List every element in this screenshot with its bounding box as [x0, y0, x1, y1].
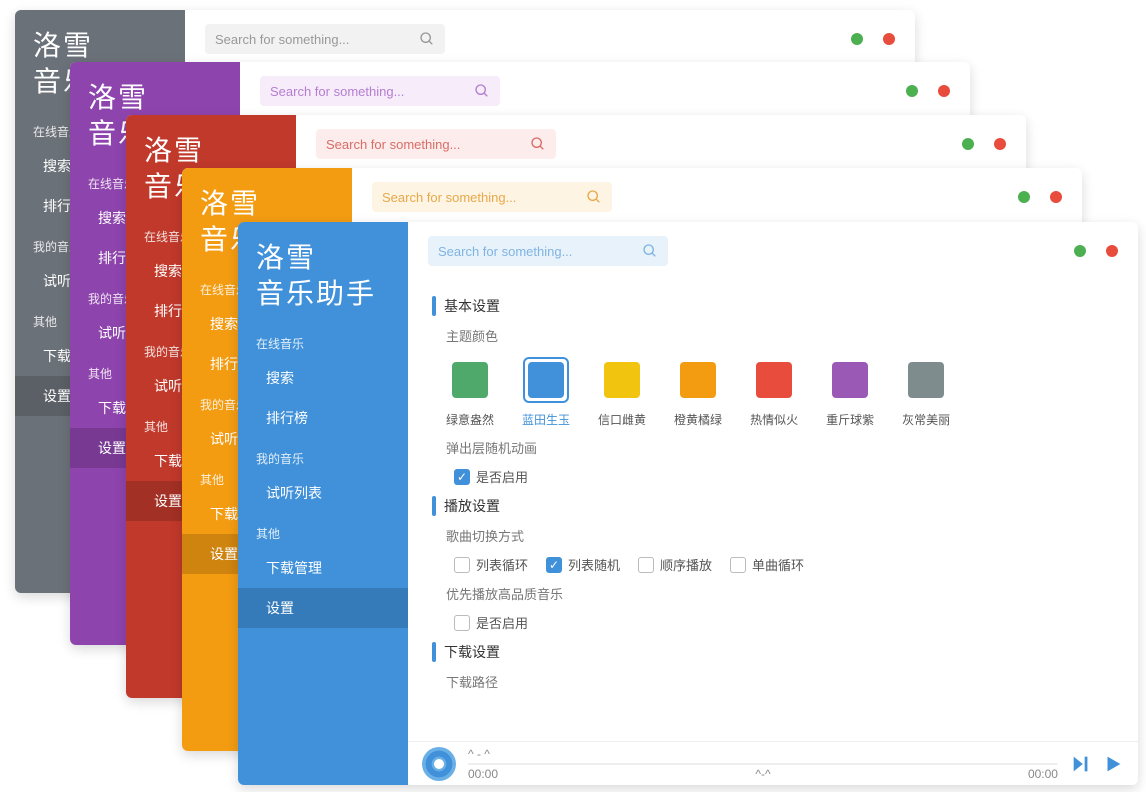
section-download: 下载设置 — [432, 642, 1114, 662]
nav-rank[interactable]: 排行榜 — [238, 398, 408, 438]
minimize-button[interactable] — [962, 138, 974, 150]
nav-group-online: 在线音乐 — [238, 323, 408, 358]
close-button[interactable] — [994, 138, 1006, 150]
nav-settings[interactable]: 设置 — [238, 588, 408, 628]
label-prefer-hq: 优先播放高品质音乐 — [446, 584, 1114, 603]
minimize-button[interactable] — [1018, 191, 1030, 203]
track-face: ^-^ — [755, 767, 770, 781]
theme-option-2[interactable]: 信口雌黄 — [598, 357, 646, 428]
label-theme-color: 主题颜色 — [446, 326, 1114, 345]
app-logo: 洛雪音乐助手 — [238, 240, 408, 323]
nav-download[interactable]: 下载管理 — [238, 548, 408, 588]
theme-picker: 绿意盎然蓝田生玉信口雌黄橙黄橘绿热情似火重斤球紫灰常美丽 — [446, 357, 1114, 428]
search-input[interactable]: Search for something... — [205, 24, 445, 54]
checkbox-single-loop[interactable]: 单曲循环 — [730, 555, 804, 574]
nav-search[interactable]: 搜索 — [238, 358, 408, 398]
minimize-button[interactable] — [1074, 245, 1086, 257]
nav-group-other: 其他 — [238, 513, 408, 548]
close-button[interactable] — [938, 85, 950, 97]
nav-group-mine: 我的音乐 — [238, 438, 408, 473]
checkbox-list-random[interactable]: ✓列表随机 — [546, 555, 620, 574]
theme-option-0[interactable]: 绿意盎然 — [446, 357, 494, 428]
track-title: ^ - ^ — [468, 747, 490, 761]
label-popup-anim: 弹出层随机动画 — [446, 438, 1114, 457]
settings-panel: 基本设置 主题颜色 绿意盎然蓝田生玉信口雌黄橙黄橘绿热情似火重斤球紫灰常美丽 弹… — [408, 280, 1138, 741]
close-button[interactable] — [1050, 191, 1062, 203]
time-total: 00:00 — [1028, 767, 1058, 781]
checkbox-hq-enable[interactable]: 是否启用 — [454, 613, 528, 632]
search-placeholder: Search for something... — [438, 244, 642, 259]
section-play: 播放设置 — [432, 496, 1114, 516]
close-button[interactable] — [1106, 245, 1118, 257]
label-switch-mode: 歌曲切换方式 — [446, 526, 1114, 545]
theme-option-5[interactable]: 重斤球紫 — [826, 357, 874, 428]
theme-option-4[interactable]: 热情似火 — [750, 357, 798, 428]
sidebar: 洛雪音乐助手 在线音乐 搜索 排行榜 我的音乐 试听列表 其他 下载管理 设置 — [238, 222, 408, 785]
search-input[interactable]: Search for something... — [260, 76, 500, 106]
progress-bar[interactable] — [468, 763, 1058, 765]
topbar: Search for something... — [408, 222, 1138, 280]
close-button[interactable] — [883, 33, 895, 45]
section-basic: 基本设置 — [432, 296, 1114, 316]
checkbox-list-loop[interactable]: 列表循环 — [454, 555, 528, 574]
theme-option-1[interactable]: 蓝田生玉 — [522, 357, 570, 428]
time-elapsed: 00:00 — [468, 767, 498, 781]
player-bar: ^ - ^ 00:00 ^-^ 00:00 — [408, 741, 1138, 785]
search-input[interactable]: Search for something... — [428, 236, 668, 266]
minimize-button[interactable] — [906, 85, 918, 97]
app-window-blue-theme: 洛雪音乐助手 在线音乐 搜索 排行榜 我的音乐 试听列表 其他 下载管理 设置 … — [238, 222, 1138, 785]
checkbox-order-play[interactable]: 顺序播放 — [638, 555, 712, 574]
nav-trylist[interactable]: 试听列表 — [238, 473, 408, 513]
album-disc-icon — [422, 747, 456, 781]
search-input[interactable]: Search for something... — [316, 129, 556, 159]
checkbox-popup-enable[interactable]: ✓是否启用 — [454, 467, 528, 486]
theme-option-3[interactable]: 橙黄橘绿 — [674, 357, 722, 428]
minimize-button[interactable] — [851, 33, 863, 45]
search-icon — [642, 243, 658, 259]
next-track-icon[interactable] — [1070, 753, 1092, 775]
play-icon[interactable] — [1102, 753, 1124, 775]
label-download-path: 下载路径 — [446, 672, 1114, 691]
theme-option-6[interactable]: 灰常美丽 — [902, 357, 950, 428]
search-input[interactable]: Search for something... — [372, 182, 612, 212]
